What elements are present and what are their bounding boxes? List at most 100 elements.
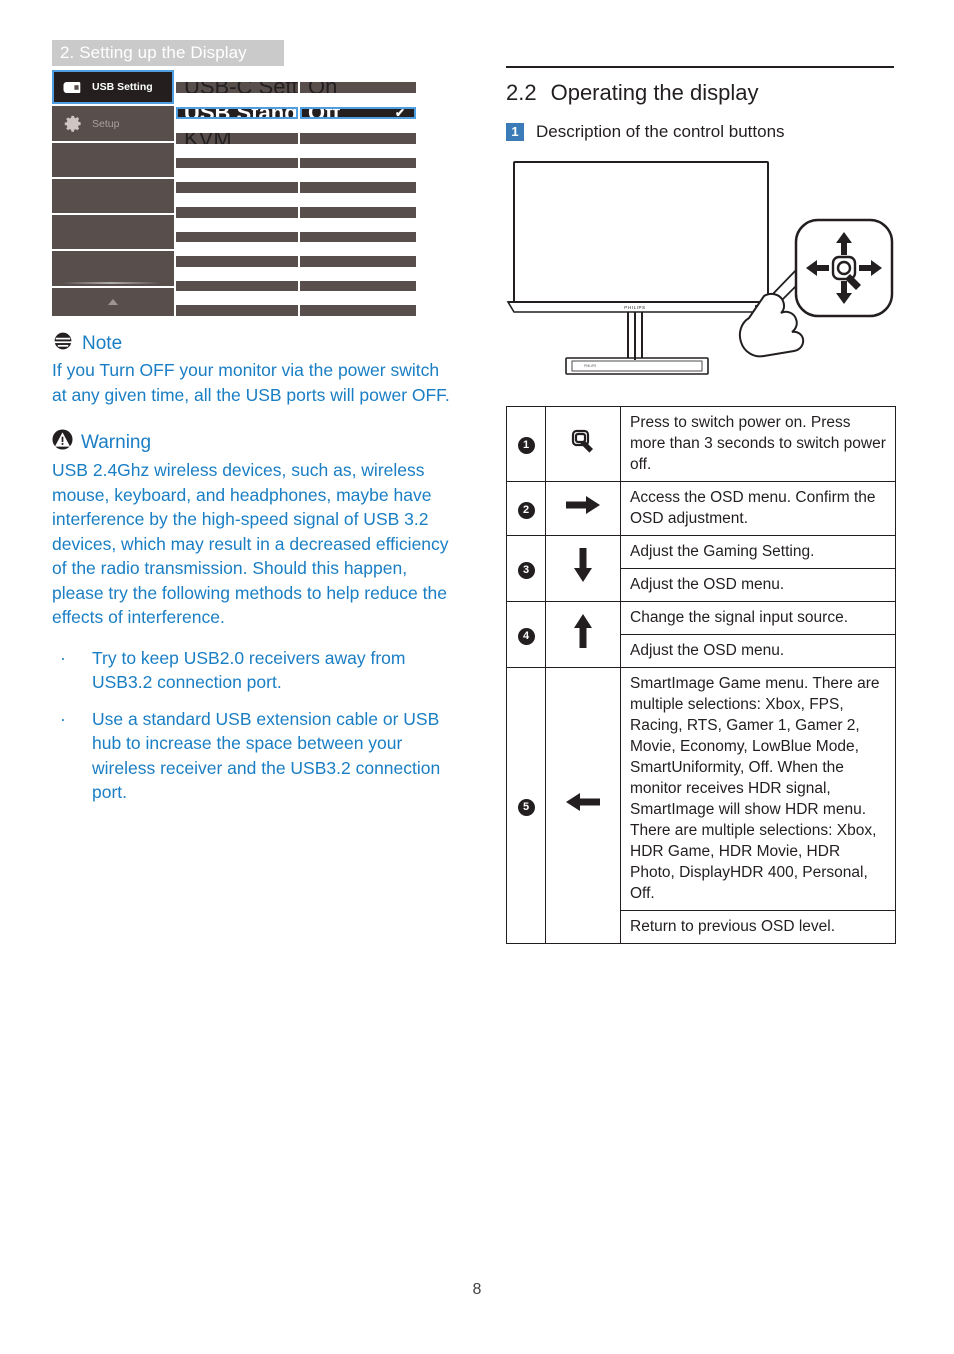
table-row: 3 Adjust the Gaming Setting. — [506, 534, 896, 602]
note-heading: Note — [52, 332, 452, 356]
row-description-cell: Access the OSD menu. Confirm the OSD adj… — [620, 480, 896, 536]
usb-icon — [60, 81, 86, 93]
svg-text:PHILIPS: PHILIPS — [624, 305, 645, 310]
osd-sub-item-label: USB Standby Mode — [184, 106, 298, 120]
page-number: 8 — [472, 1281, 482, 1298]
list-item: · Try to keep USB2.0 receivers away from… — [52, 646, 452, 695]
row-number-badge: 3 — [517, 561, 535, 579]
note-body: If you Turn OFF your monitor via the pow… — [52, 360, 450, 405]
table-row: 5 SmartImage Game menu. There are multip… — [506, 666, 896, 944]
warning-icon — [52, 429, 73, 456]
note-title: Note — [82, 333, 123, 354]
row-number-badge: 5 — [517, 798, 535, 816]
osd-sub-item-usb-c-setting[interactable]: USB-C Setting — [176, 82, 298, 93]
list-item-text: Try to keep USB2.0 receivers away from U… — [92, 647, 406, 693]
section-banner: 2. Setting up the Display — [52, 40, 284, 66]
row-description-cell: Return to previous OSD level. — [620, 909, 896, 944]
row-number-cell: 1 — [506, 405, 546, 482]
osd-empty-cell — [52, 142, 174, 177]
arrow-down-icon — [572, 548, 594, 588]
row-description-cell: Press to switch power on. Press more tha… — [620, 405, 896, 482]
osd-middle-column: USB-C Setting USB Standby Mode KVM — [176, 70, 298, 318]
osd-empty-cell — [176, 231, 298, 243]
osd-value-label: On — [308, 82, 337, 93]
osd-sub-item-usb-standby-mode[interactable]: USB Standby Mode — [176, 106, 298, 120]
osd-empty-cell — [300, 305, 416, 316]
warning-title: Warning — [81, 431, 152, 453]
osd-left-column: USB Setting Setup — [52, 70, 174, 318]
osd-menu-figure: USB Setting Setup USB Stand Off ✔ — [52, 70, 432, 318]
row-number-badge: 1 — [517, 437, 535, 454]
osd-empty-cell — [300, 256, 416, 267]
row-description-cell: Adjust the OSD menu. — [620, 633, 896, 668]
control-buttons-table: 1 Press to switch power on. Press more t… — [506, 405, 896, 944]
osd-scroll-up[interactable] — [52, 287, 174, 317]
osd-empty-cell — [300, 133, 416, 144]
arrow-up-icon — [572, 614, 594, 654]
table-row: 4 Change the signal input source. — [506, 600, 896, 668]
osd-empty-cell — [52, 215, 174, 250]
subsection-title: Description of the control buttons — [536, 121, 785, 141]
bullet-glyph: · — [60, 647, 66, 668]
row-number-badge: 2 — [517, 501, 535, 519]
osd-value-on[interactable]: On — [300, 82, 416, 93]
warning-body: USB 2.4Ghz wireless devices, such as, wi… — [52, 460, 449, 627]
osd-value-off[interactable]: Off ✔ — [300, 106, 416, 120]
bullet-glyph: · — [60, 708, 66, 729]
osd-empty-cell — [300, 157, 416, 169]
triangle-up-icon — [108, 298, 118, 305]
row-number-cell: 4 — [506, 600, 546, 668]
gear-icon — [60, 114, 86, 133]
osd-empty-cell — [300, 231, 416, 243]
osd-empty-cell — [300, 182, 416, 194]
osd-empty-cell — [300, 207, 416, 218]
osd-empty-cell — [176, 157, 298, 169]
table-row: 1 Press to switch power on. Press more t… — [506, 405, 896, 482]
osd-empty-cell — [52, 251, 174, 286]
arrow-left-icon — [564, 793, 602, 817]
osd-item-label: Setup — [92, 117, 120, 130]
row-description-cell: Adjust the Gaming Setting. — [620, 534, 896, 569]
osd-empty-cell — [52, 178, 174, 214]
row-icon-cell — [545, 666, 621, 944]
page-title: 2.2 Operating the display — [506, 80, 898, 106]
row-number-cell: 5 — [506, 666, 546, 944]
osd-scroll-divider — [62, 281, 160, 284]
section-number: 2.2 — [506, 79, 537, 105]
osd-sub-item-label: USB-C Setting — [184, 82, 298, 93]
osd-sub-item-label: KVM — [184, 133, 232, 144]
right-column: 2.2 Operating the display 1 Description … — [506, 66, 898, 944]
row-icon-cell — [545, 534, 621, 602]
arrow-right-icon — [564, 496, 602, 520]
row-icon-cell — [545, 600, 621, 668]
row-number-cell: 2 — [506, 480, 546, 536]
osd-right-column: On Off ✔ — [300, 70, 416, 318]
row-icon-cell — [545, 480, 621, 536]
subsection-heading: 1 Description of the control buttons — [506, 122, 898, 142]
osd-sub-item-kvm[interactable]: KVM — [176, 133, 298, 144]
check-icon: ✔ — [394, 106, 405, 120]
list-item: · Use a standard USB extension cable or … — [52, 707, 452, 805]
osd-item-usb-setting[interactable]: USB Setting — [52, 70, 174, 105]
joystick-press-icon — [568, 429, 598, 460]
osd-item-label: USB Setting — [92, 81, 153, 94]
row-number-badge: 4 — [517, 627, 535, 645]
warning-heading: Warning — [52, 429, 452, 456]
section-title: Operating the display — [550, 79, 759, 105]
osd-item-setup[interactable]: Setup — [52, 106, 174, 141]
note-icon — [52, 332, 74, 356]
row-description-cell: Change the signal input source. — [620, 600, 896, 635]
osd-value-label: Off — [308, 106, 340, 120]
section-rule — [506, 66, 894, 68]
table-row: 2 Access the OSD menu. Confirm the OSD a… — [506, 480, 896, 536]
row-description-cell: SmartImage Game menu. There are multiple… — [620, 666, 896, 911]
osd-empty-cell — [176, 182, 298, 194]
osd-empty-cell — [300, 280, 416, 292]
svg-text:PHILIPS: PHILIPS — [584, 364, 596, 368]
row-icon-cell — [545, 405, 621, 482]
monitor-illustration: PHILIPS PHILIPS — [506, 158, 898, 388]
left-column: USB Setting Setup USB Stand Off ✔ Note I… — [52, 70, 452, 817]
status-badge: 1 — [506, 122, 524, 141]
list-item-text: Use a standard USB extension cable or US… — [92, 708, 441, 803]
osd-empty-cell — [176, 305, 298, 316]
